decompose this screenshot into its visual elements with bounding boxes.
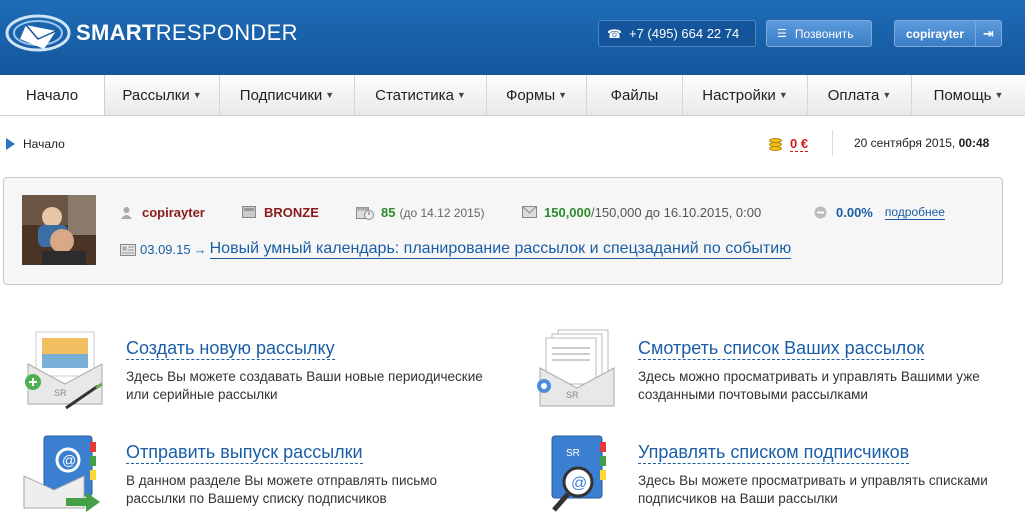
phone-icon: ☎ xyxy=(607,26,622,41)
user-account-button[interactable]: copirayter ⇥ xyxy=(894,20,1002,47)
mailing-list-icon: SR xyxy=(537,329,615,407)
call-me-button[interactable]: ☰ Позвонить xyxy=(766,20,872,47)
top-header: SMARTRESPONDER ☎ +7 (495) 664 22 74 ☰ По… xyxy=(0,0,1025,75)
manage-subscribers-icon: SR @ xyxy=(551,435,606,512)
logout-icon[interactable]: ⇥ xyxy=(975,21,1001,46)
nav-label: Начало xyxy=(25,86,79,104)
username-label[interactable]: copirayter xyxy=(895,27,975,41)
news-title-link[interactable]: Новый умный календарь: планирование расс… xyxy=(209,240,792,259)
letters-total: /150,000 до 16.10.2015, 0:00 xyxy=(591,205,762,220)
plan-stat: BRONZE xyxy=(242,205,319,220)
nav-item-forms[interactable]: Формы ▼ xyxy=(487,75,587,115)
envelope-icon xyxy=(522,206,537,219)
nav-item-home[interactable]: Начало xyxy=(0,75,105,115)
breadcrumb: Начало xyxy=(6,137,65,151)
svg-text:SR: SR xyxy=(54,388,67,398)
send-issue-link[interactable]: Отправить выпуск рассылки xyxy=(126,442,363,464)
days-left: 85 xyxy=(381,205,396,220)
current-datetime: 20 сентября 2015, 00:48 xyxy=(854,136,989,150)
list-mailings-desc: Здесь можно просматривать и управлять Ва… xyxy=(638,369,980,402)
action-create-mailing[interactable]: SR Создать новую рассылку Здесь Вы может… xyxy=(22,328,502,418)
chevron-down-icon: ▼ xyxy=(325,90,335,100)
nav-label: Статистика xyxy=(375,86,454,104)
logo-envelope-icon xyxy=(5,14,71,52)
nav-item-help[interactable]: Помощь ▼ xyxy=(912,75,1025,115)
phone-number: +7 (495) 664 22 74 xyxy=(629,26,740,41)
list-mailings-link[interactable]: Смотреть список Ваших рассылок xyxy=(638,338,925,360)
action-send-issue[interactable]: @ Отправить выпуск рассылки В данном раз… xyxy=(22,432,502,522)
divider xyxy=(832,130,833,156)
user-icon xyxy=(120,206,135,219)
news-line: 03.09.15 → Новый умный календарь: планир… xyxy=(120,240,792,259)
chevron-down-icon: ▼ xyxy=(778,90,788,100)
send-issue-desc: В данном разделе Вы можете отправлять пи… xyxy=(126,473,438,506)
calendar-icon xyxy=(356,206,374,220)
nav-item-mailings[interactable]: Рассылки ▼ xyxy=(105,75,220,115)
days-stat: 85 (до 14.12 2015) xyxy=(356,205,485,220)
nav-label: Формы xyxy=(505,86,556,104)
call-me-label: Позвонить xyxy=(794,26,854,41)
account-balance[interactable]: 0 € xyxy=(768,136,809,152)
phone-number-box[interactable]: ☎ +7 (495) 664 22 74 xyxy=(598,20,756,47)
breadcrumb-arrow-icon xyxy=(6,138,15,150)
avatar-photo xyxy=(22,195,96,265)
coins-icon xyxy=(768,136,784,152)
manage-subscribers-link[interactable]: Управлять списком подписчиков xyxy=(638,442,910,464)
nav-item-payment[interactable]: Оплата ▼ xyxy=(808,75,912,115)
nav-item-settings[interactable]: Настройки ▼ xyxy=(683,75,808,115)
chevron-down-icon: ▼ xyxy=(994,90,1004,100)
percent-value: 0.00% xyxy=(836,205,873,220)
svg-text:@: @ xyxy=(571,475,587,492)
smartresponder-logo[interactable]: SMARTRESPONDER xyxy=(4,8,298,58)
current-date: 20 сентября 2015, xyxy=(854,136,956,150)
manage-subscribers-desc: Здесь Вы можете просматривать и управлят… xyxy=(638,473,988,506)
nav-item-subscribers[interactable]: Подписчики ▼ xyxy=(220,75,355,115)
details-link[interactable]: подробнее xyxy=(884,205,945,220)
svg-text:SR: SR xyxy=(566,448,580,459)
nav-label: Файлы xyxy=(610,86,659,104)
account-username: copirayter xyxy=(142,205,205,220)
callback-icon: ☰ xyxy=(777,28,787,40)
nav-label: Оплата xyxy=(827,86,880,104)
chevron-down-icon: ▼ xyxy=(882,90,892,100)
create-mailing-link[interactable]: Создать новую рассылку xyxy=(126,338,335,360)
svg-text:SR: SR xyxy=(566,390,579,400)
news-arrow: → xyxy=(193,242,207,257)
account-info-panel: copirayter BRONZE 85 (до 14.12 2015) 150… xyxy=(3,177,1003,285)
plan-icon xyxy=(242,206,257,219)
letters-stat: 150,000 /150,000 до 16.10.2015, 0:00 xyxy=(522,205,761,220)
breadcrumb-current: Начало xyxy=(23,137,65,151)
chevron-down-icon: ▼ xyxy=(192,90,202,100)
chevron-down-icon: ▼ xyxy=(558,90,568,100)
nav-label: Настройки xyxy=(702,86,776,104)
current-time: 00:48 xyxy=(958,136,990,150)
create-mailing-icon: SR xyxy=(25,331,103,410)
send-issue-icon: @ xyxy=(23,435,100,512)
create-mailing-desc: Здесь Вы можете создавать Ваши новые пер… xyxy=(126,369,483,402)
nav-item-statistics[interactable]: Статистика ▼ xyxy=(355,75,487,115)
minus-circle-icon xyxy=(814,206,829,219)
action-list-mailings[interactable]: SR Смотреть список Ваших рассылок Здесь … xyxy=(534,328,1014,418)
balance-amount[interactable]: 0 € xyxy=(790,136,809,152)
user-stat: copirayter xyxy=(120,205,205,220)
main-navigation: Начало Рассылки ▼ Подписчики ▼ Статистика ▼… xyxy=(0,75,1025,116)
days-until: (до 14.12 2015) xyxy=(399,205,485,220)
nav-item-files[interactable]: Файлы xyxy=(587,75,683,115)
news-icon xyxy=(120,243,136,256)
svg-text:@: @ xyxy=(62,452,76,468)
plan-name: BRONZE xyxy=(264,205,319,220)
avatar[interactable] xyxy=(22,195,96,265)
action-manage-subscribers[interactable]: SR @ Управлять списком подписчиков Здесь… xyxy=(534,432,1014,522)
nav-label: Подписчики xyxy=(239,86,323,104)
news-date: 03.09.15 xyxy=(140,242,191,257)
logo-wordmark: SMARTRESPONDER xyxy=(76,20,298,45)
nav-label: Рассылки xyxy=(122,86,190,104)
chevron-down-icon: ▼ xyxy=(456,90,466,100)
letters-used: 150,000 xyxy=(544,205,591,220)
percent-stat: 0.00% подробнее xyxy=(814,205,945,220)
nav-label: Помощь xyxy=(933,86,992,104)
